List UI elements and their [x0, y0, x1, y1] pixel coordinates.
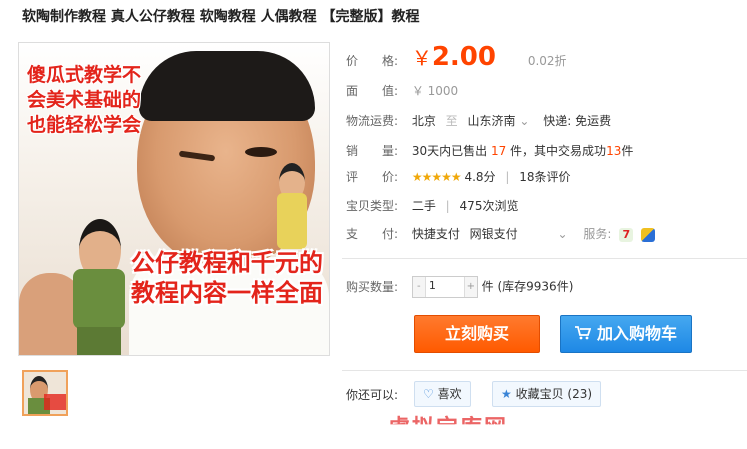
quantity-stepper[interactable]: - 1 +	[411, 276, 478, 298]
type-row: 宝贝类型: 二手 | 475次浏览	[346, 199, 519, 213]
rating-row: 评 价: ★★★★★ 4.8分 | 18条评价	[346, 170, 571, 184]
buy-now-button[interactable]: 立刻购买	[414, 315, 540, 353]
quantity-plus-button[interactable]: +	[463, 277, 477, 297]
stock-text: 件 (库存9936件)	[481, 279, 574, 294]
heart-icon: ♡	[423, 387, 434, 401]
image-caption-bottom: 公仔教程和千元的教程内容一样全面	[131, 249, 323, 307]
shipping-mode: 快递: 免运费	[543, 114, 612, 128]
favorite-label: 收藏宝贝 (23)	[515, 387, 593, 401]
face-value-row: 面 值: ￥ 1000	[346, 82, 458, 99]
like-label: 喜欢	[437, 387, 462, 401]
add-to-cart-label: 加入购物车	[596, 324, 677, 343]
favorite-button[interactable]: ★ 收藏宝贝 (23)	[492, 381, 602, 407]
sales-suffix: 件	[621, 144, 634, 158]
image-eye-right	[245, 147, 277, 157]
shipping-to-dropdown[interactable]: 山东济南	[468, 114, 516, 128]
shipping-from: 北京	[411, 114, 436, 128]
watermark-text: 虚拟宝库网	[388, 416, 509, 441]
like-button[interactable]: ♡ 喜欢	[414, 381, 471, 407]
sales-count: 17	[490, 144, 507, 158]
product-thumbnail[interactable]	[22, 370, 68, 416]
sales-prefix: 30天内已售出	[411, 144, 488, 158]
rating-reviews-link[interactable]: 18条评价	[519, 170, 570, 184]
image-caption-top: 傻瓜式教学不会美术基础的也能轻松学会	[27, 64, 142, 136]
product-main-image[interactable]: 傻瓜式教学不会美术基础的也能轻松学会 公仔教程和千元的教程内容一样全面	[18, 42, 330, 356]
payment-row: 支 付: 快捷支付 网银支付 ⌄ 服务: 7	[346, 225, 656, 242]
price-symbol: ￥	[411, 46, 432, 70]
sales-label: 销 量:	[346, 144, 399, 158]
sales-mid: 件，其中交易成功	[510, 144, 607, 158]
also-label: 你还可以:	[346, 388, 399, 402]
sales-success: 13	[606, 144, 622, 158]
views-count: 475次浏览	[459, 199, 519, 213]
clay-figure-small	[277, 163, 307, 253]
shipping-row: 物流运费: 北京 至 山东济南 ⌄ 快递: 免运费	[346, 112, 611, 129]
quantity-input[interactable]: 1	[429, 279, 436, 292]
discount-text: 0.02折	[527, 54, 567, 68]
add-to-cart-button[interactable]: 加入购物车	[560, 315, 692, 353]
face-value: ￥ 1000	[411, 84, 459, 98]
rating-label: 评 价:	[346, 170, 399, 184]
guarantee-icon[interactable]	[641, 227, 656, 242]
face-value-label: 面 值:	[346, 84, 399, 98]
type-value: 二手	[411, 199, 436, 213]
pay-quick: 快捷支付	[411, 227, 460, 241]
shipping-sep: 至	[445, 114, 458, 128]
payment-label: 支 付:	[346, 227, 399, 241]
rating-score: 4.8分	[464, 170, 496, 184]
price-row: 价 格: ￥2.00 0.02折	[346, 42, 567, 72]
divider	[342, 370, 747, 371]
quantity-row: 购买数量: - 1 + 件 (库存9936件)	[346, 276, 573, 298]
chevron-down-icon[interactable]: ⌄	[558, 227, 568, 241]
cart-icon	[574, 325, 591, 339]
divider	[342, 258, 747, 259]
chevron-down-icon[interactable]: ⌄	[519, 114, 529, 128]
price-label: 价 格:	[346, 54, 399, 68]
pay-bank: 网银支付	[469, 227, 518, 241]
image-hair	[139, 51, 315, 121]
clay-figure	[63, 219, 133, 355]
quantity-label: 购买数量:	[346, 279, 399, 294]
product-title: 软陶制作教程 真人公仔教程 软陶教程 人偶教程 【完整版】教程	[22, 9, 420, 25]
sales-row: 销 量: 30天内已售出 17 件，其中交易成功13件	[346, 142, 633, 159]
type-label: 宝贝类型:	[346, 199, 399, 213]
shipping-label: 物流运费:	[346, 114, 399, 128]
price-value: 2.00	[431, 42, 496, 72]
star-icon: ★	[501, 387, 512, 401]
quantity-minus-button[interactable]: -	[412, 277, 426, 297]
service-label: 服务:	[583, 227, 612, 241]
star-rating-icon: ★★★★★	[411, 170, 462, 184]
seven-day-return-icon[interactable]: 7	[619, 227, 634, 242]
